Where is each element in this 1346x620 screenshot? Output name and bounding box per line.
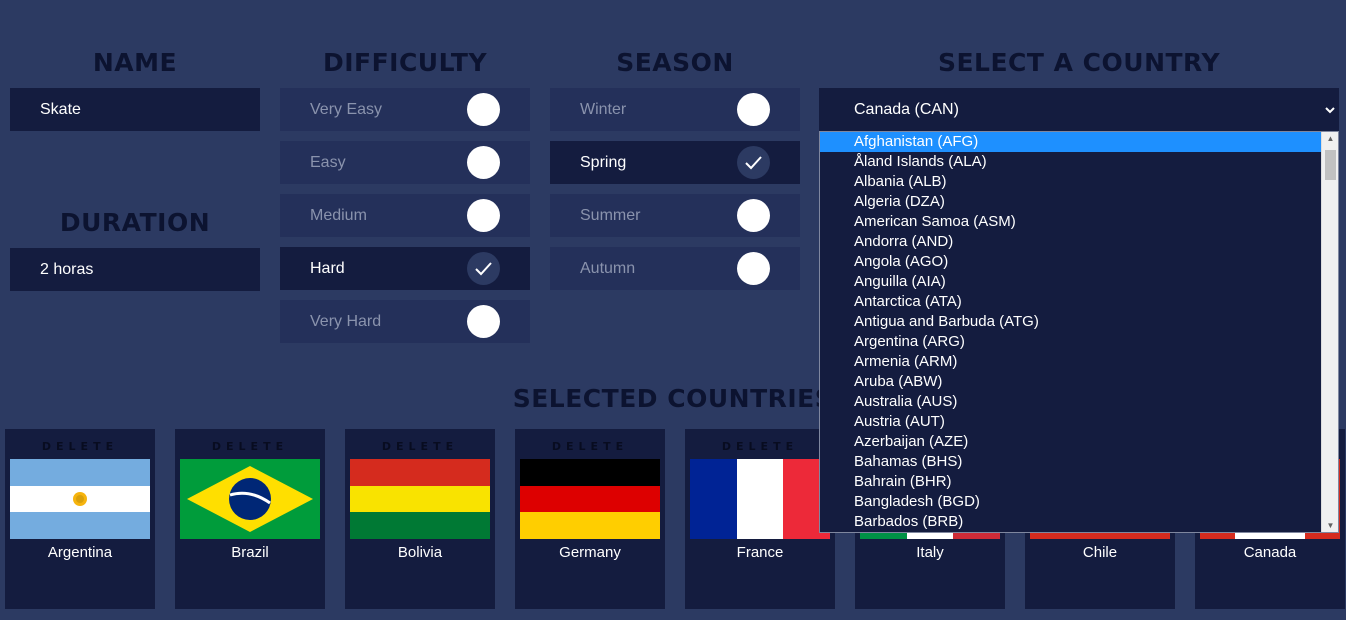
dropdown-option[interactable]: Angola (AGO): [820, 252, 1322, 272]
germany-flag-icon: [520, 459, 660, 539]
dropdown-option[interactable]: Bangladesh (BGD): [820, 492, 1322, 512]
country-name: Chile: [1082, 544, 1118, 561]
radio-circle-icon[interactable]: [467, 199, 500, 232]
name-heading: NAME: [92, 48, 178, 77]
delete-button[interactable]: DELETE: [685, 440, 835, 453]
dropdown-option[interactable]: Azerbaijan (AZE): [820, 432, 1322, 452]
dropdown-option[interactable]: Argentina (ARG): [820, 332, 1322, 352]
dropdown-option[interactable]: Antigua and Barbuda (ATG): [820, 312, 1322, 332]
dropdown-option[interactable]: Barbados (BRB): [820, 512, 1322, 532]
season-heading: SEASON: [616, 48, 734, 77]
country-name: Bolivia: [397, 544, 443, 561]
duration-heading: DURATION: [59, 208, 211, 237]
name-input[interactable]: Skate: [10, 88, 260, 131]
season-option-label: Autumn: [580, 260, 636, 277]
bolivia-flag-icon: [350, 459, 490, 539]
dropdown-option[interactable]: Bahrain (BHR): [820, 472, 1322, 492]
radio-circle-icon[interactable]: [737, 199, 770, 232]
check-circle-icon[interactable]: [737, 146, 770, 179]
check-circle-icon[interactable]: [467, 252, 500, 285]
difficulty-option-label: Very Easy: [310, 101, 383, 118]
dropdown-option[interactable]: American Samoa (ASM): [820, 212, 1322, 232]
delete-button[interactable]: DELETE: [175, 440, 325, 453]
radio-circle-icon[interactable]: [737, 93, 770, 126]
country-name: Brazil: [231, 544, 269, 561]
country-heading: SELECT A COUNTRY: [937, 48, 1221, 77]
radio-circle-icon[interactable]: [737, 252, 770, 285]
difficulty-option-easy[interactable]: Easy: [280, 141, 530, 184]
duration-input[interactable]: 2 horas: [10, 248, 260, 291]
dropdown-option[interactable]: Bahamas (BHS): [820, 452, 1322, 472]
dropdown-option[interactable]: Antarctica (ATA): [820, 292, 1322, 312]
dropdown-option[interactable]: Australia (AUS): [820, 392, 1322, 412]
difficulty-option-label: Very Hard: [310, 313, 382, 330]
season-option-label: Summer: [580, 207, 641, 224]
argentina-flag-icon: [10, 459, 150, 539]
country-card-bolivia: DELETE Bolivia: [345, 429, 495, 609]
radio-circle-icon[interactable]: [467, 305, 500, 338]
difficulty-option-very-easy[interactable]: Very Easy: [280, 88, 530, 131]
delete-button[interactable]: DELETE: [515, 440, 665, 453]
country-name: France: [736, 544, 784, 561]
difficulty-option-label: Medium: [310, 207, 367, 224]
dropdown-option[interactable]: Andorra (AND): [820, 232, 1322, 252]
france-flag-icon: [690, 459, 830, 539]
country-card-brazil: DELETE Brazil: [175, 429, 325, 609]
season-option-spring[interactable]: Spring: [550, 141, 800, 184]
difficulty-option-very-hard[interactable]: Very Hard: [280, 300, 530, 343]
season-option-autumn[interactable]: Autumn: [550, 247, 800, 290]
country-name: Canada: [1243, 544, 1297, 561]
dropdown-option[interactable]: Afghanistan (AFG): [820, 132, 1322, 152]
radio-circle-icon[interactable]: [467, 146, 500, 179]
country-name: Argentina: [47, 544, 113, 561]
country-card-germany: DELETE Germany: [515, 429, 665, 609]
difficulty-option-medium[interactable]: Medium: [280, 194, 530, 237]
country-name: Italy: [916, 544, 944, 561]
dropdown-option[interactable]: Austria (AUT): [820, 412, 1322, 432]
dropdown-option[interactable]: Anguilla (AIA): [820, 272, 1322, 292]
difficulty-option-label: Easy: [310, 154, 346, 171]
dropdown-option[interactable]: Åland Islands (ALA): [820, 152, 1322, 172]
country-card-argentina: DELETE Argentina: [5, 429, 155, 609]
difficulty-heading: DIFFICULTY: [322, 48, 488, 77]
dropdown-option[interactable]: Aruba (ABW): [820, 372, 1322, 392]
season-option-label: Spring: [580, 154, 627, 171]
delete-button[interactable]: DELETE: [5, 440, 155, 453]
dropdown-option[interactable]: Armenia (ARM): [820, 352, 1322, 372]
dropdown-option[interactable]: Albania (ALB): [820, 172, 1322, 192]
difficulty-option-hard[interactable]: Hard: [280, 247, 530, 290]
chevron-down-icon: [1325, 88, 1335, 131]
delete-button[interactable]: DELETE: [345, 440, 495, 453]
country-name: Germany: [559, 544, 621, 561]
season-option-summer[interactable]: Summer: [550, 194, 800, 237]
dropdown-option[interactable]: Algeria (DZA): [820, 192, 1322, 212]
brazil-flag-icon: [180, 459, 320, 539]
country-dropdown-list[interactable]: Afghanistan (AFG) Åland Islands (ALA) Alba…: [819, 131, 1339, 533]
season-option-winter[interactable]: Winter: [550, 88, 800, 131]
scroll-up-icon[interactable]: ▲: [1322, 134, 1338, 143]
difficulty-option-label: Hard: [310, 260, 345, 277]
country-select-value: Canada (CAN): [854, 101, 959, 118]
country-card-france: DELETE France: [685, 429, 835, 609]
season-option-label: Winter: [580, 101, 627, 118]
country-select[interactable]: Canada (CAN): [819, 88, 1339, 131]
radio-circle-icon[interactable]: [467, 93, 500, 126]
scroll-thumb[interactable]: [1325, 150, 1336, 180]
dropdown-scrollbar[interactable]: ▲ ▼: [1321, 132, 1338, 532]
scroll-down-icon[interactable]: ▼: [1322, 521, 1338, 530]
